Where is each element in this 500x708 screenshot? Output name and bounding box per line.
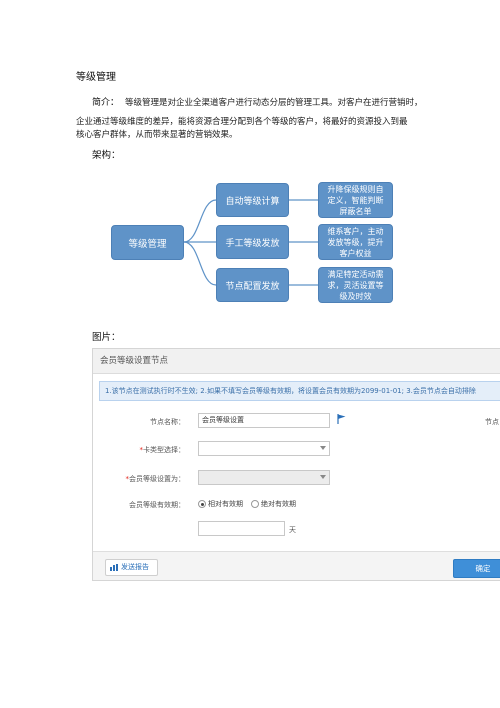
diagram-root-node: 等级管理 [111, 225, 184, 260]
chart-icon [110, 564, 118, 571]
radio-absolute[interactable] [251, 500, 259, 508]
intro-paragraph-line: 简介： 等级管理是对企业全渠道客户进行动态分层的管理工具。对客户在进行营销时， [92, 95, 423, 108]
intro-text: 等级管理是对企业全渠道客户进行动态分层的管理工具。对客户在进行营销时， [125, 98, 423, 108]
intro-label: 简介： [92, 98, 120, 108]
card-type-select[interactable] [198, 441, 330, 456]
diagram-node-auto-level: 自动等级计算 [216, 183, 289, 217]
send-report-label: 发送报告 [121, 563, 149, 571]
body-line-1: 企业通过等级维度的差异，能将资源合理分配到各个等级的客户，将最好的资源投入到最 [76, 117, 408, 127]
document-heading: 等级管理 [76, 72, 116, 83]
days-unit: 天 [289, 526, 296, 534]
node-name-label: 节点名称： [150, 418, 185, 426]
detail-line: 维系客户，主动 [327, 226, 384, 236]
tip-banner: 1.该节点在测试执行时不生效; 2.如果不填写会员等级有效期，将设置会员有效期为… [99, 381, 500, 401]
card-type-label: *卡类型选择： [133, 445, 186, 455]
panel-footer: 发送报告 确定 [93, 551, 500, 580]
detail-line: 求，灵活设置等 [327, 280, 384, 290]
send-report-button[interactable]: 发送报告 [105, 559, 158, 576]
diagram-node-config-level: 节点配置发放 [216, 268, 289, 302]
chevron-down-icon [320, 446, 326, 450]
member-level-select[interactable] [198, 470, 330, 485]
detail-line: 定义，智能判断 [327, 195, 384, 205]
image-label: 图片： [92, 332, 121, 343]
validity-days-input[interactable] [198, 521, 285, 536]
detail-line: 级及时效 [339, 291, 372, 301]
diagram-detail-auto: 升降保级规则自 定义，智能判断 屏蔽名单 [318, 182, 393, 218]
radio-relative[interactable] [198, 500, 206, 508]
member-level-label: *会员等级设置为： [117, 474, 186, 484]
chevron-down-icon [320, 475, 326, 479]
card-type-label-text: 卡类型选择： [143, 446, 185, 454]
flag-icon[interactable] [337, 414, 346, 424]
radio-relative-label: 相对有效期 [208, 500, 243, 508]
validity-label: 会员等级有效期： [129, 501, 185, 509]
connector-root-to-auto [183, 199, 217, 243]
diagram-detail-config: 满足特定活动需 求，灵活设置等 级及时效 [318, 267, 393, 303]
detail-line: 升降保级规则自 [327, 184, 384, 194]
member-level-label-text: 会员等级设置为： [129, 475, 185, 483]
member-level-settings-panel: 会员等级设置节点 1.该节点在测试执行时不生效; 2.如果不填写会员等级有效期，… [92, 348, 500, 581]
detail-line: 客户权益 [339, 248, 372, 258]
diagram-node-manual-level: 手工等级发放 [216, 225, 289, 259]
body-line-2: 核心客户群体，从而带来显著的营销效果。 [76, 130, 238, 140]
node-name-input[interactable]: 会员等级设置 [198, 413, 330, 428]
detail-line: 发放等级，提升 [327, 237, 384, 247]
confirm-button[interactable]: 确定 [453, 559, 500, 578]
detail-line: 满足特定活动需 [327, 269, 384, 279]
panel-title: 会员等级设置节点 [93, 349, 500, 374]
radio-absolute-label: 绝对有效期 [261, 500, 296, 508]
architecture-label: 架构： [92, 150, 121, 161]
detail-line: 屏蔽名单 [339, 206, 372, 216]
node-right-label: 节点 [485, 418, 499, 426]
diagram-detail-manual: 维系客户，主动 发放等级，提升 客户权益 [318, 224, 393, 260]
connector-root-to-node [183, 241, 217, 286]
